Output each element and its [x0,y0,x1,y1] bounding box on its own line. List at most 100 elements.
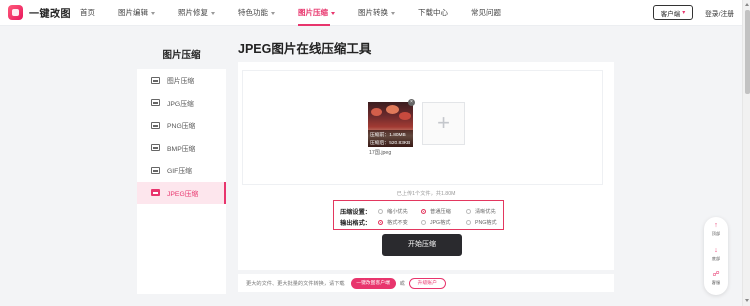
go-to-bottom-button[interactable]: ↓ 底部 [704,247,728,262]
image-icon [151,144,160,152]
start-compress-button[interactable]: 开始压缩 [382,234,462,256]
option-label: JPG格式 [430,219,451,226]
option-label: 普通压缩 [430,208,451,215]
chevron-down-icon [391,11,395,15]
client-download-button[interactable]: 客户端 ▾ [653,5,693,20]
float-tool-label: 客服 [711,280,721,285]
sidebar-item-label: GIF压缩 [167,168,192,176]
client-promo-bar: 更大的文件、更大批量的文件转换，请下载 一键改图客户端 或 升级账户 [238,274,614,292]
arrow-down-icon: ↓ [714,247,718,254]
image-icon [151,121,160,129]
option-label: 缩小优先 [387,208,408,215]
output-format-label: 输出格式： [340,219,371,227]
main-nav: 首页 图片编辑 照片修复 特色功能 图片压缩 图片转换 下载中心 常见问题 [80,0,524,26]
compression-settings-box: 压缩设置： 缩小优先 普通压缩 清晰优先 输出格式： 格式不变 JPG格式 PN… [333,200,504,230]
uploaded-file-card: 压缩前：1.80MB 压缩后：520.83KB × 17国.jpeg [368,99,415,159]
headset-icon: ☍ [712,271,720,278]
logo-icon [8,5,23,20]
nav-label: 常见问题 [471,8,501,17]
nav-item-photo-repair[interactable]: 照片修复 [178,0,238,26]
option-normal-compress[interactable]: 普通压缩 [421,208,466,215]
floating-toolbar: ↑ 顶部 ↓ 底部 ☍ 客服 [704,217,728,295]
option-png-format[interactable]: PNG格式 [466,219,497,226]
upgrade-account-button[interactable]: 升级账户 [408,277,446,289]
sidebar-title: 图片压缩 [162,50,201,61]
sidebar-item-label: PNG压缩 [167,123,196,131]
promo-text: 更大的文件、更大批量的文件转换，请下载 [246,280,345,287]
client-button-label: 客户端 [660,10,681,18]
image-icon [151,166,160,174]
radio-icon [378,208,383,214]
sidebar-item-image-compress[interactable]: 图片压缩 [137,69,226,92]
radio-icon [466,208,471,214]
nav-label: 首页 [80,8,95,17]
sidebar-item-jpeg-compress[interactable]: JPEG压缩 [137,181,226,204]
radio-selected-icon [378,219,383,225]
radio-selected-icon [421,208,426,214]
option-keep-format[interactable]: 格式不变 [378,219,421,226]
sidebar-item-bmp-compress[interactable]: BMP压缩 [137,137,226,160]
float-tool-label: 底部 [711,256,721,261]
option-clarity-first[interactable]: 清晰优先 [466,208,496,215]
compression-setting-label: 压缩设置： [340,208,371,216]
arrow-up-icon: ↑ [714,222,718,229]
sidebar-item-label: JPG压缩 [167,100,194,108]
nav-item-features[interactable]: 特色功能 [238,0,298,26]
sidebar: 图片压缩 JPG压缩 PNG压缩 BMP压缩 GIF压缩 JPEG压缩 [137,69,226,294]
original-size-text: 压缩前：1.80MB [370,133,406,138]
chevron-down-icon [271,11,275,15]
scrollbar-thumb[interactable] [744,10,750,94]
nav-label: 下载中心 [418,8,448,17]
nav-item-image-edit[interactable]: 图片编辑 [118,0,178,26]
image-icon [151,99,160,107]
chevron-down-icon [151,11,155,15]
nav-item-download-center[interactable]: 下载中心 [418,0,471,26]
nav-label: 图片转换 [358,8,388,17]
sidebar-item-jpg-compress[interactable]: JPG压缩 [137,92,226,115]
nav-item-image-convert[interactable]: 图片转换 [358,0,418,26]
or-text: 或 [399,280,405,287]
nav-item-image-compress[interactable]: 图片压缩 [298,0,358,26]
option-label: PNG格式 [475,219,497,226]
compressed-size-text: 压缩后：520.83KB [370,141,411,146]
customer-service-button[interactable]: ☍ 客服 [704,271,728,286]
sidebar-item-gif-compress[interactable]: GIF压缩 [137,159,226,182]
scroll-up-arrow-icon[interactable] [745,3,749,6]
output-format-row: 输出格式： 格式不变 JPG格式 PNG格式 [334,217,497,227]
download-icon: ▾ [682,10,686,16]
page-scrollbar[interactable] [742,0,750,306]
file-name: 17国.jpeg [369,150,392,156]
image-icon [151,76,160,84]
sidebar-item-png-compress[interactable]: PNG压缩 [137,114,226,137]
file-thumbnail: 压缩前：1.80MB 压缩后：520.83KB [368,102,413,147]
brand-name: 一键改图 [29,9,71,20]
scroll-down-arrow-icon[interactable] [745,299,749,302]
sidebar-item-label: JPEG压缩 [167,190,199,198]
radio-icon [466,219,471,225]
radio-icon [421,219,426,225]
chevron-down-icon [331,11,335,15]
back-to-top-button[interactable]: ↑ 顶部 [704,222,728,237]
float-tool-label: 顶部 [711,231,721,236]
nav-label: 图片编辑 [118,8,148,17]
upload-stats: 已上传1个文件，共1.80M [396,191,456,197]
add-file-button[interactable]: + [422,102,465,145]
download-client-button[interactable]: 一键改图客户端 [350,277,396,289]
chevron-down-icon [211,11,215,15]
page-title: JPEG图片在线压缩工具 [238,42,372,56]
sidebar-item-label: 图片压缩 [167,78,195,86]
top-nav-bar: 一键改图 首页 图片编辑 照片修复 特色功能 图片压缩 图片转换 下载中心 常见… [0,0,742,26]
option-smallest-first[interactable]: 缩小优先 [378,208,421,215]
nav-label: 照片修复 [178,8,208,17]
nav-item-home[interactable]: 首页 [80,0,118,26]
option-label: 格式不变 [387,219,408,226]
option-label: 清晰优先 [475,208,496,215]
plus-icon: + [437,110,450,135]
compression-setting-row: 压缩设置： 缩小优先 普通压缩 清晰优先 [334,206,496,216]
nav-item-faq[interactable]: 常见问题 [471,0,524,26]
brand-logo[interactable]: 一键改图 [8,5,71,20]
login-register-link[interactable]: 登录/注册 [705,8,734,18]
nav-label: 图片压缩 [298,8,328,17]
remove-file-icon[interactable]: × [408,99,415,106]
option-jpg-format[interactable]: JPG格式 [421,219,466,226]
